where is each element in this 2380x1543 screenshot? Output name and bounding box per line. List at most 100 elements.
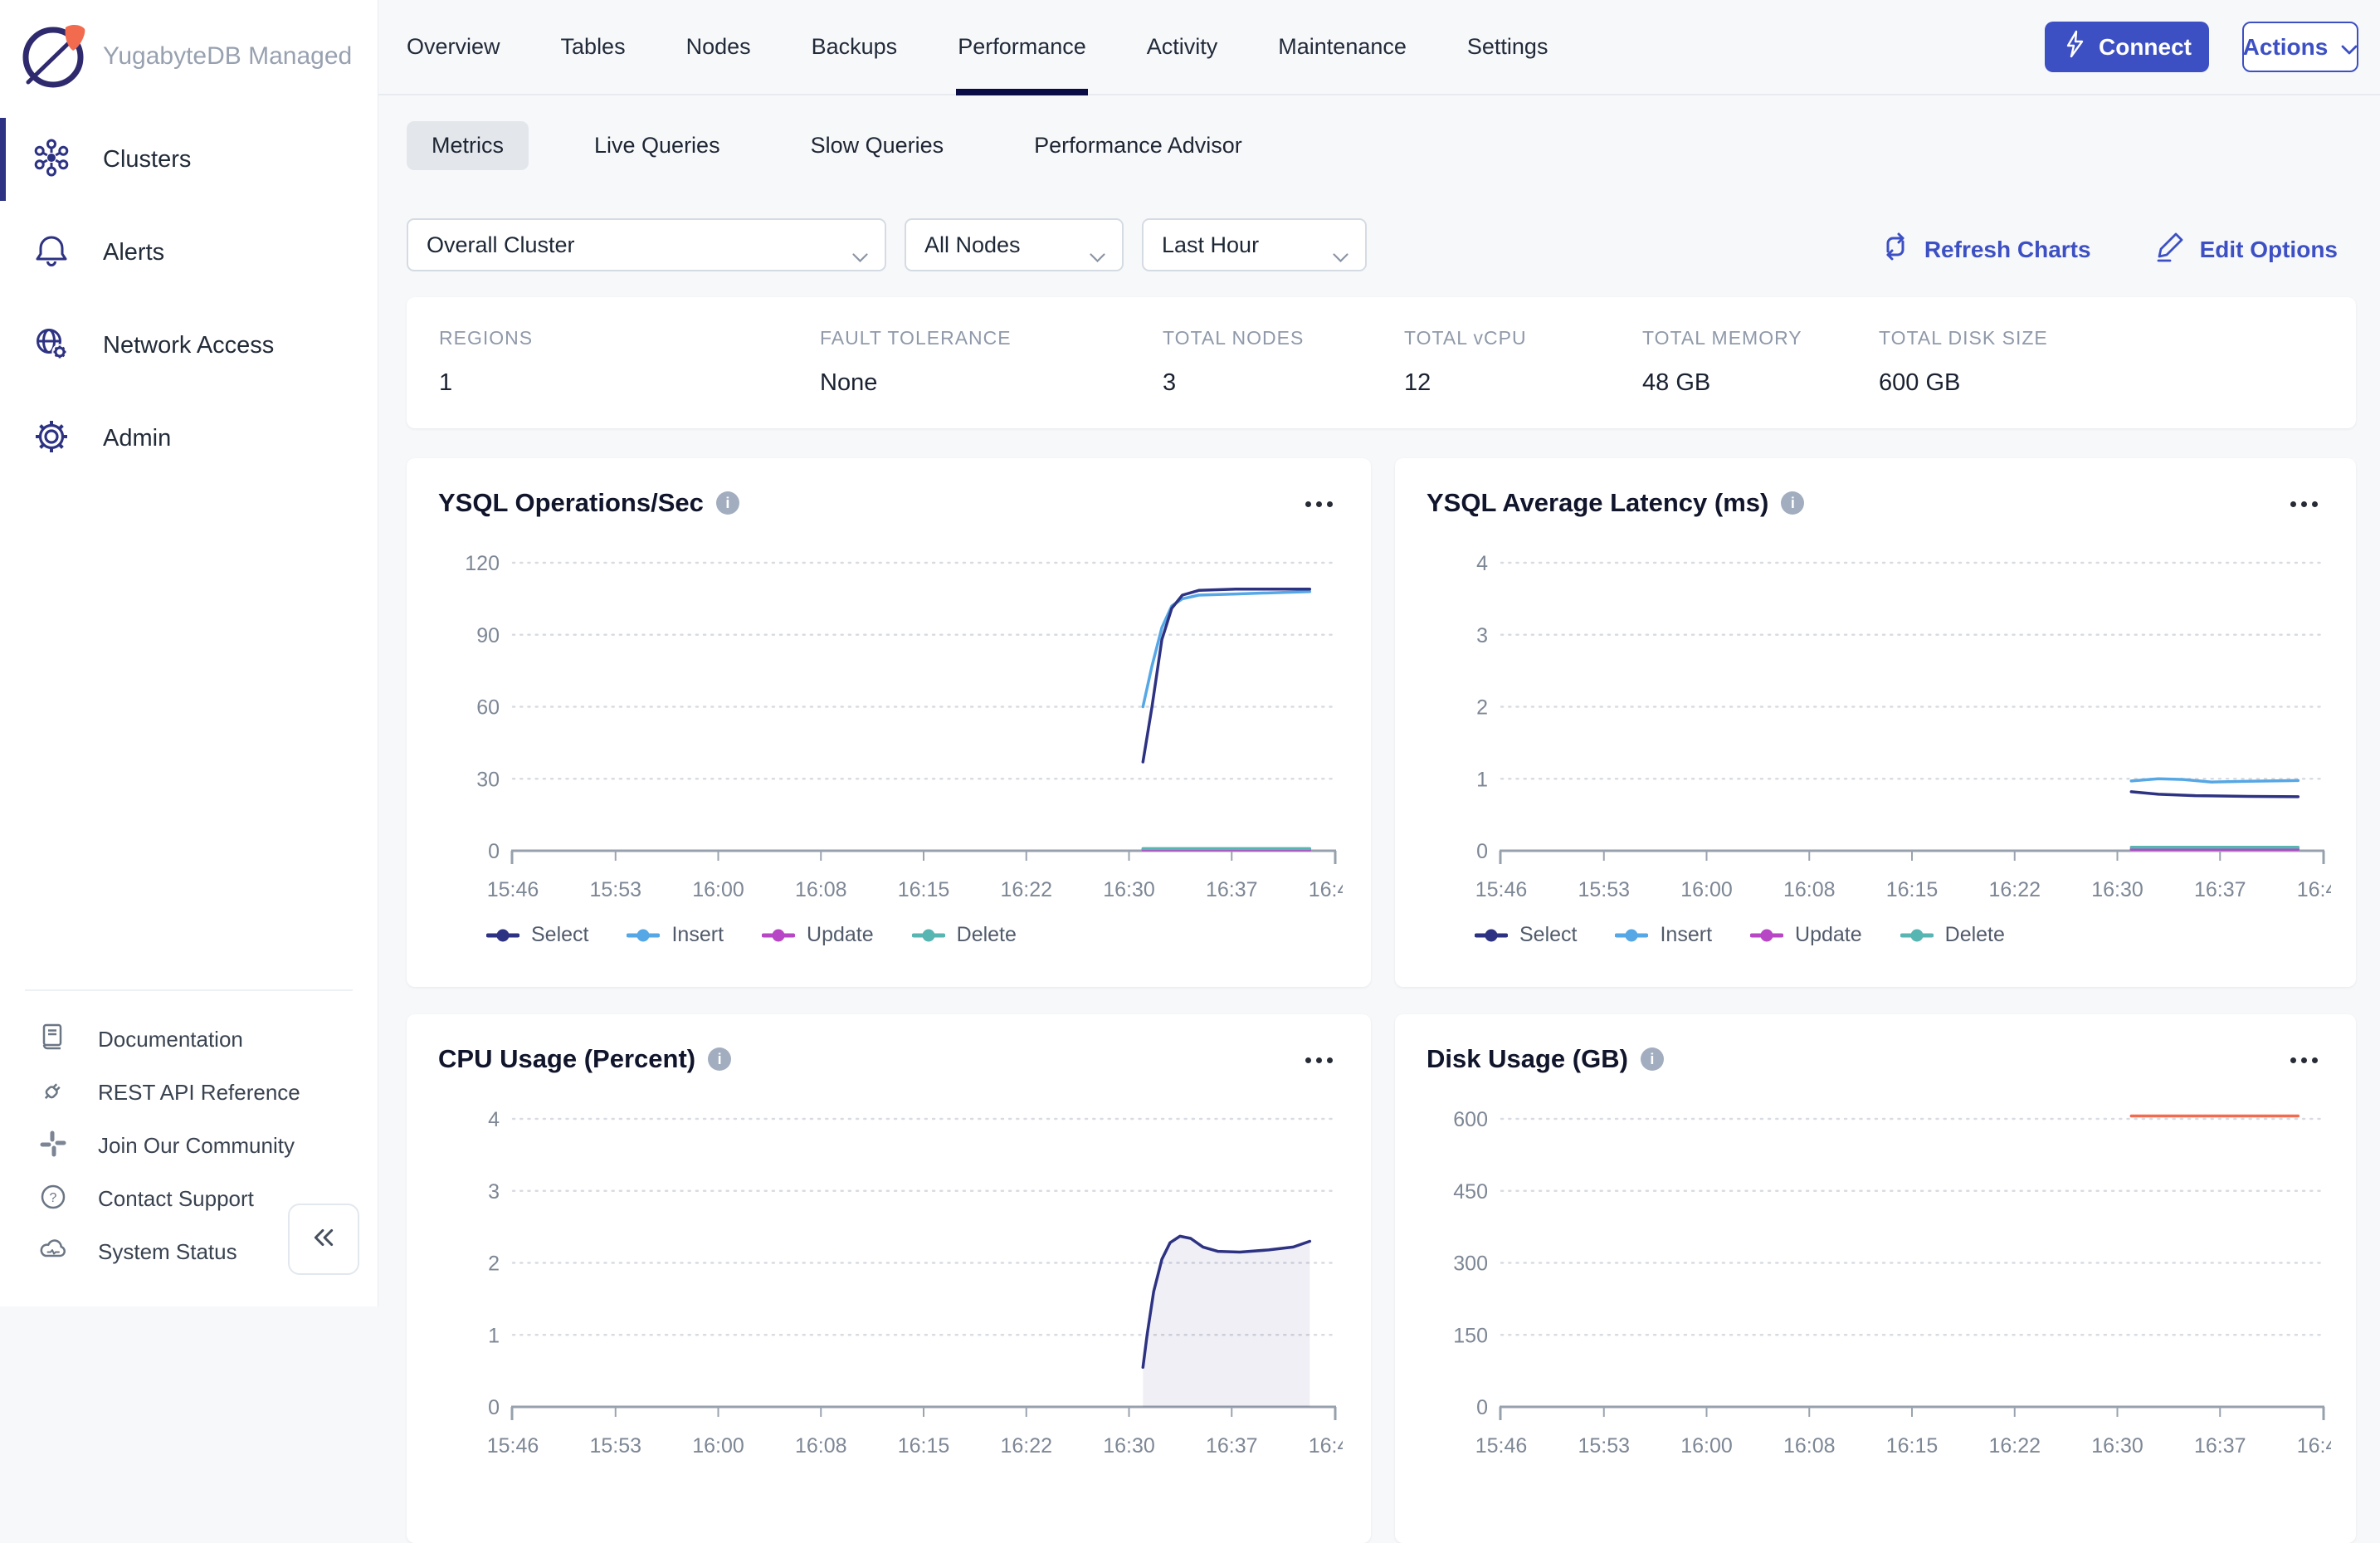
cpu-usage-chart: 4321015:4615:5316:0016:0816:1516:2216:30…: [430, 1102, 1343, 1459]
edit-options-button[interactable]: Edit Options: [2154, 229, 2338, 270]
svg-text:16:30: 16:30: [2091, 878, 2143, 901]
chart-menu-button[interactable]: [2290, 1057, 2318, 1063]
legend-delete[interactable]: Delete: [912, 923, 1017, 947]
svg-text:450: 450: [1453, 1180, 1488, 1204]
svg-text:15:53: 15:53: [589, 1434, 641, 1458]
legend-insert[interactable]: Insert: [1615, 923, 1712, 947]
sidebar-item-rest-api[interactable]: REST API Reference: [0, 1066, 378, 1119]
svg-text:16:30: 16:30: [1103, 1434, 1155, 1458]
svg-text:4: 4: [488, 1108, 500, 1131]
legend-select[interactable]: Select: [1475, 923, 1577, 947]
svg-text:2: 2: [1476, 696, 1488, 720]
refresh-charts-button[interactable]: Refresh Charts: [1879, 230, 2091, 269]
top-header: Overview Tables Nodes Backups Performanc…: [378, 0, 2380, 95]
legend-update[interactable]: Update: [762, 923, 874, 947]
tab-maintenance[interactable]: Maintenance: [1278, 0, 1407, 94]
edit-options-label: Edit Options: [2200, 237, 2338, 263]
legend-delete[interactable]: Delete: [1900, 923, 2005, 947]
legend-select[interactable]: Select: [486, 923, 588, 947]
chart-card-ysql-latency: YSQL Average Latency (ms) i 4321015:4615…: [1395, 458, 2356, 987]
svg-text:16:37: 16:37: [1206, 878, 1258, 901]
subtab-slow-queries[interactable]: Slow Queries: [786, 121, 969, 170]
sidebar-item-community[interactable]: Join Our Community: [0, 1119, 378, 1172]
connect-button[interactable]: Connect: [2045, 22, 2209, 72]
lightning-bolt-icon: [2062, 30, 2087, 64]
svg-text:16:00: 16:00: [692, 1434, 744, 1458]
info-icon[interactable]: i: [708, 1047, 731, 1071]
question-circle-icon: ?: [37, 1180, 70, 1218]
legend-update[interactable]: Update: [1750, 923, 1862, 947]
stat-value: 12: [1404, 369, 1642, 397]
svg-text:16:37: 16:37: [2194, 878, 2246, 901]
tab-backups[interactable]: Backups: [812, 0, 898, 94]
chart-title: YSQL Operations/Sec: [438, 488, 704, 518]
tab-overview[interactable]: Overview: [407, 0, 500, 94]
svg-text:16:46: 16:46: [2297, 1434, 2331, 1458]
actions-button[interactable]: Actions: [2242, 22, 2358, 72]
sidebar-item-documentation[interactable]: Documentation: [0, 1013, 378, 1066]
chart-card-cpu-usage: CPU Usage (Percent) i 4321015:4615:5316:…: [407, 1014, 1371, 1543]
chart-header: CPU Usage (Percent) i: [407, 1014, 1371, 1074]
stat-fault-tolerance: FAULT TOLERANCE None: [820, 297, 1163, 428]
sidebar-item-alerts[interactable]: Alerts: [0, 206, 378, 299]
tab-activity[interactable]: Activity: [1147, 0, 1218, 94]
refresh-charts-label: Refresh Charts: [1924, 237, 2091, 263]
cluster-select[interactable]: Overall Cluster: [407, 218, 886, 271]
legend-marker: [1750, 929, 1783, 942]
footer-item-label: Contact Support: [98, 1186, 254, 1212]
svg-text:16:30: 16:30: [1103, 878, 1155, 901]
stat-total-memory: TOTAL MEMORY 48 GB: [1642, 297, 1879, 428]
legend-marker: [1615, 929, 1648, 942]
subtab-metrics[interactable]: Metrics: [407, 121, 529, 170]
svg-text:16:22: 16:22: [1988, 878, 2041, 901]
svg-text:4: 4: [1476, 552, 1488, 575]
sidebar-item-network-access[interactable]: Network Access: [0, 299, 378, 392]
stat-total-nodes: TOTAL NODES 3: [1163, 297, 1404, 428]
subtab-live-queries[interactable]: Live Queries: [569, 121, 745, 170]
chart-menu-button[interactable]: [1305, 501, 1333, 507]
nodes-select[interactable]: All Nodes: [905, 218, 1124, 271]
legend-label: Select: [1519, 923, 1577, 947]
svg-text:16:46: 16:46: [1309, 1434, 1343, 1458]
stat-value: None: [820, 369, 1163, 397]
chart-header: YSQL Operations/Sec i: [407, 458, 1371, 518]
svg-text:2: 2: [488, 1252, 500, 1276]
svg-text:16:22: 16:22: [1000, 878, 1052, 901]
tab-performance[interactable]: Performance: [958, 0, 1086, 94]
sidebar-item-admin[interactable]: Admin: [0, 392, 378, 485]
svg-text:0: 0: [1476, 1396, 1488, 1419]
info-icon[interactable]: i: [1641, 1047, 1664, 1071]
info-icon[interactable]: i: [1781, 491, 1804, 515]
svg-text:16:22: 16:22: [1988, 1434, 2041, 1458]
connect-label: Connect: [2099, 34, 2192, 61]
sidebar-collapse-button[interactable]: [288, 1204, 359, 1275]
sidebar-item-clusters[interactable]: Clusters: [0, 113, 378, 206]
bell-icon: [32, 231, 71, 275]
svg-text:30: 30: [476, 768, 500, 791]
svg-text:90: 90: [476, 624, 500, 647]
svg-text:300: 300: [1453, 1252, 1488, 1276]
subtab-performance-advisor[interactable]: Performance Advisor: [1009, 121, 1267, 170]
cluster-stats-card: REGIONS 1 FAULT TOLERANCE None TOTAL NOD…: [407, 297, 2356, 428]
svg-text:16:08: 16:08: [795, 1434, 847, 1458]
chart-menu-button[interactable]: [1305, 1057, 1333, 1063]
time-range-select[interactable]: Last Hour: [1142, 218, 1367, 271]
nodes-select-value: All Nodes: [924, 232, 1021, 258]
svg-text:16:46: 16:46: [1309, 878, 1343, 901]
cluster-select-value: Overall Cluster: [427, 232, 575, 258]
refresh-icon: [1879, 230, 1912, 269]
info-icon[interactable]: i: [716, 491, 739, 515]
svg-text:1: 1: [1476, 768, 1488, 791]
footer-item-label: REST API Reference: [98, 1080, 300, 1106]
chart-menu-button[interactable]: [2290, 501, 2318, 507]
svg-text:3: 3: [488, 1180, 500, 1204]
tab-settings[interactable]: Settings: [1467, 0, 1548, 94]
legend-insert[interactable]: Insert: [627, 923, 724, 947]
svg-text:120: 120: [465, 552, 500, 575]
tab-nodes[interactable]: Nodes: [686, 0, 751, 94]
tab-tables[interactable]: Tables: [561, 0, 626, 94]
chart-title: Disk Usage (GB): [1427, 1044, 1628, 1074]
chart-title: YSQL Average Latency (ms): [1427, 488, 1768, 518]
brand-header: YugabyteDB Managed: [0, 0, 378, 100]
svg-text:16:08: 16:08: [1783, 878, 1836, 901]
